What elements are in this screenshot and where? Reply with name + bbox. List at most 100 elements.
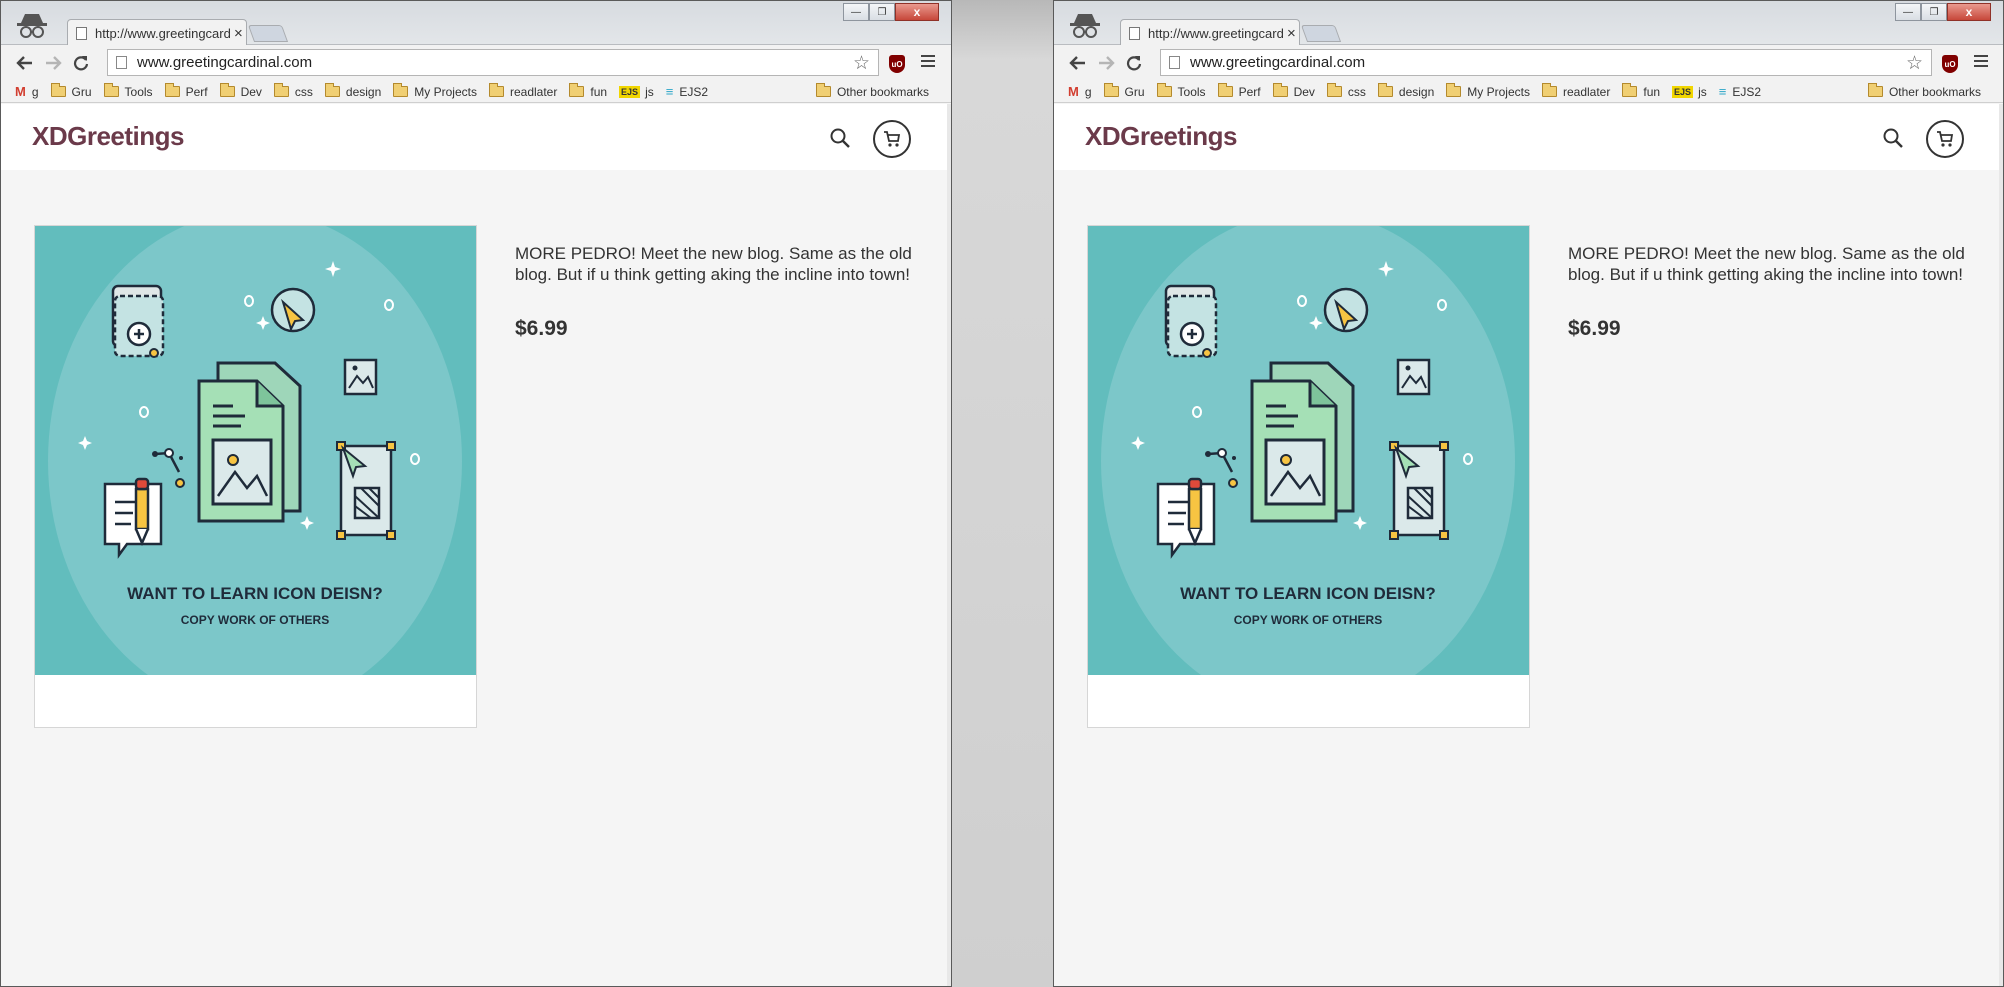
bookmark-tools[interactable]: Tools xyxy=(103,83,153,99)
bookmark-dev[interactable]: Dev xyxy=(219,83,262,99)
forward-arrow-icon xyxy=(1099,56,1115,70)
reload-button[interactable] xyxy=(1120,49,1148,77)
bookmark-readlater[interactable]: readlater xyxy=(488,83,558,99)
bookmark-fun[interactable]: fun xyxy=(569,83,607,99)
bookmark-gmail[interactable]: Mg xyxy=(1068,84,1092,99)
scrollbar[interactable] xyxy=(1999,104,2003,986)
restore-button[interactable]: ❐ xyxy=(869,3,895,21)
minimize-button[interactable]: — xyxy=(843,3,869,21)
other-bookmarks[interactable]: Other bookmarks xyxy=(1867,83,1981,99)
address-bar[interactable]: www.greetingcardinal.com ☆ xyxy=(107,49,879,76)
bookmark-design[interactable]: design xyxy=(324,83,382,99)
bookmark-label: design xyxy=(1398,84,1435,99)
forward-button[interactable] xyxy=(39,49,67,77)
chrome-menu-icon[interactable] xyxy=(921,53,935,69)
bookmark-label: EJS2 xyxy=(679,84,709,99)
bookmark-label: g xyxy=(31,84,39,99)
product-card[interactable]: WANT TO LEARN ICON DEISN? COPY WORK OF O… xyxy=(34,225,477,728)
other-bookmarks-label: Other bookmarks xyxy=(836,84,929,99)
new-tab-button[interactable] xyxy=(247,25,289,42)
site-logo[interactable]: XDGreetings xyxy=(1085,121,1238,152)
bookmark-my-projects[interactable]: My Projects xyxy=(1446,83,1530,99)
address-bar[interactable]: www.greetingcardinal.com ☆ xyxy=(1160,49,1932,76)
site-header: XDGreetings xyxy=(1054,104,2003,170)
bookmark-label: readlater xyxy=(509,84,558,99)
bookmark-gru[interactable]: Gru xyxy=(1103,83,1145,99)
tab-close-icon[interactable]: × xyxy=(234,25,243,42)
bookmark-perf[interactable]: Perf xyxy=(1217,83,1261,99)
folder-icon xyxy=(103,83,119,97)
browser-tab[interactable]: http://www.greetingcardir × xyxy=(1120,19,1300,46)
tab-close-icon[interactable]: × xyxy=(1287,25,1296,42)
scrollbar[interactable] xyxy=(947,104,951,986)
web-page: XDGreetings WANT TO LEARN ICON DEISN? CO… xyxy=(1,104,951,986)
image-heading: WANT TO LEARN ICON DEISN? xyxy=(127,584,383,603)
incognito-icon xyxy=(1070,14,1100,38)
minimize-button[interactable]: — xyxy=(1895,3,1921,21)
search-icon[interactable] xyxy=(1881,126,1905,150)
image-heading: WANT TO LEARN ICON DEISN? xyxy=(1180,584,1436,603)
window-controls: — ❐ x xyxy=(1895,3,1991,21)
page-icon xyxy=(1129,26,1140,40)
site-logo[interactable]: XDGreetings xyxy=(32,121,185,152)
product-image[interactable]: WANT TO LEARN ICON DEISN? COPY WORK OF O… xyxy=(1088,226,1529,675)
folder-icon xyxy=(50,83,66,97)
bookmark-css[interactable]: css xyxy=(273,83,313,99)
folder-icon xyxy=(488,83,504,97)
bookmark-star-icon[interactable]: ☆ xyxy=(853,52,870,75)
product-card[interactable]: WANT TO LEARN ICON DEISN? COPY WORK OF O… xyxy=(1087,225,1530,728)
bookmark-my-projects[interactable]: My Projects xyxy=(393,83,477,99)
browser-toolbar: www.greetingcardinal.com ☆ uO xyxy=(1054,45,2003,81)
reload-button[interactable] xyxy=(67,49,95,77)
chrome-menu-icon[interactable] xyxy=(1974,53,1988,69)
cart-button[interactable] xyxy=(1926,120,1964,158)
title-bar: http://www.greetingcardir × — ❐ x xyxy=(1054,1,2003,46)
bookmark-design[interactable]: design xyxy=(1377,83,1435,99)
ublock-extension-icon[interactable]: uO xyxy=(889,55,905,73)
folder-icon xyxy=(1326,83,1342,97)
bookmark-js[interactable]: EJS js xyxy=(1672,85,1707,99)
product-illustration: WANT TO LEARN ICON DEISN? COPY WORK OF O… xyxy=(1101,226,1515,675)
restore-button[interactable]: ❐ xyxy=(1921,3,1947,21)
bookmark-gmail[interactable]: Mg xyxy=(15,84,39,99)
folder-icon xyxy=(815,83,831,97)
product-price: $6.99 xyxy=(1568,317,1621,340)
product-description: MORE PEDRO! Meet the new blog. Same as t… xyxy=(1568,244,1965,284)
close-window-button[interactable]: x xyxy=(895,3,939,21)
bookmark-readlater[interactable]: readlater xyxy=(1541,83,1610,99)
ublock-extension-icon[interactable]: uO xyxy=(1942,55,1958,73)
folder-icon xyxy=(219,83,235,97)
bookmark-ejs2[interactable]: ≡ EJS2 xyxy=(1719,84,1761,99)
bookmark-gru[interactable]: Gru xyxy=(50,83,92,99)
bookmark-dev[interactable]: Dev xyxy=(1272,83,1315,99)
search-icon[interactable] xyxy=(828,126,852,150)
other-bookmarks-label: Other bookmarks xyxy=(1888,84,1981,99)
bookmarks-bar: Mg Gru Tools Perf Dev css design My Proj… xyxy=(1054,81,2003,103)
bookmark-css[interactable]: css xyxy=(1326,83,1366,99)
bookmark-js[interactable]: EJS js xyxy=(619,85,654,99)
bookmark-star-icon[interactable]: ☆ xyxy=(1906,52,1923,75)
bookmark-fun[interactable]: fun xyxy=(1622,83,1660,99)
close-window-button[interactable]: x xyxy=(1947,3,1991,21)
bookmark-label: js xyxy=(1698,84,1707,99)
other-bookmarks[interactable]: Other bookmarks xyxy=(815,83,929,99)
forward-button[interactable] xyxy=(1092,49,1120,77)
back-arrow-icon xyxy=(16,56,32,70)
back-button[interactable] xyxy=(1064,49,1092,77)
new-tab-button[interactable] xyxy=(1300,25,1342,42)
bookmark-perf[interactable]: Perf xyxy=(164,83,208,99)
cart-button[interactable] xyxy=(873,120,911,158)
ejs2-icon: ≡ xyxy=(665,84,674,99)
bookmark-label: Dev xyxy=(1293,84,1315,99)
site-header: XDGreetings xyxy=(1,104,951,170)
bookmark-tools[interactable]: Tools xyxy=(1156,83,1206,99)
folder-icon xyxy=(1622,83,1638,97)
bookmark-label: g xyxy=(1084,84,1092,99)
product-image[interactable]: WANT TO LEARN ICON DEISN? COPY WORK OF O… xyxy=(35,226,476,675)
back-button[interactable] xyxy=(11,49,39,77)
browser-tab[interactable]: http://www.greetingcardir × xyxy=(67,19,247,46)
bookmark-label: My Projects xyxy=(414,84,477,99)
bookmark-label: js xyxy=(645,84,654,99)
bookmark-label: design xyxy=(345,84,382,99)
bookmark-ejs2[interactable]: ≡ EJS2 xyxy=(666,84,708,99)
